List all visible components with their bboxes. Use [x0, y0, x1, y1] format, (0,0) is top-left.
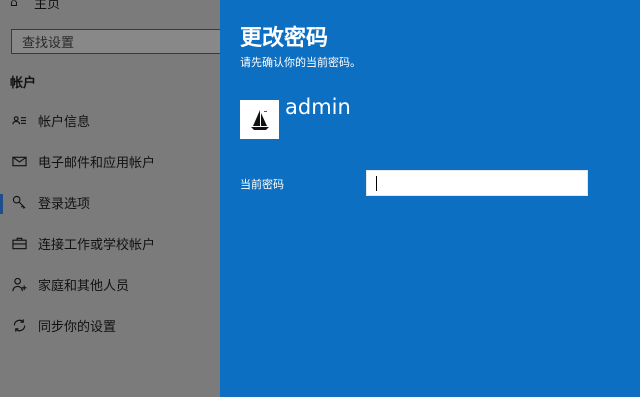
dialog-title: 更改密码 — [240, 26, 329, 51]
search-placeholder: 查找设置 — [22, 36, 75, 51]
home-icon: ⌂ — [10, 0, 18, 9]
mail-icon — [11, 153, 27, 169]
sidebar-item-account-info[interactable]: 帐户信息 — [0, 100, 220, 140]
sidebar-item-label: 帐户信息 — [38, 114, 91, 130]
sidebar-item-work-school[interactable]: 连接工作或学校帐户 — [0, 223, 220, 263]
sidebar-home-label: 主页 — [34, 0, 61, 12]
settings-sidebar: ⌂ 主页 查找设置 帐户 帐户信息 电子邮件和应用帐户 登录选项 连接工作或学校… — [0, 0, 227, 397]
sidebar-item-label: 家庭和其他人员 — [38, 278, 130, 294]
change-password-dialog: 更改密码 请先确认你的当前密码。 admin 当前密码 — [220, 0, 640, 397]
sidebar-home[interactable]: ⌂ 主页 — [10, 0, 61, 12]
section-title: 帐户 — [10, 76, 37, 91]
sync-icon — [11, 317, 27, 333]
sailboat-icon — [250, 109, 269, 130]
current-password-label: 当前密码 — [240, 178, 284, 191]
briefcase-icon — [11, 235, 27, 251]
sidebar-item-email-accounts[interactable]: 电子邮件和应用帐户 — [0, 141, 220, 181]
search-input[interactable]: 查找设置 — [11, 29, 227, 54]
avatar — [240, 100, 279, 139]
key-icon — [11, 194, 27, 210]
username: admin — [285, 95, 351, 119]
sidebar-item-label: 电子邮件和应用帐户 — [38, 155, 156, 171]
current-password-field[interactable] — [366, 170, 588, 196]
sidebar-item-label: 登录选项 — [38, 196, 91, 212]
person-add-icon — [11, 276, 27, 292]
sidebar-item-sign-in-options[interactable]: 登录选项 — [0, 182, 220, 222]
dialog-subtitle: 请先确认你的当前密码。 — [240, 56, 361, 69]
sidebar-item-label: 连接工作或学校帐户 — [38, 237, 156, 253]
sidebar-item-family[interactable]: 家庭和其他人员 — [0, 264, 220, 304]
sidebar-item-sync[interactable]: 同步你的设置 — [0, 305, 220, 345]
text-caret — [376, 176, 377, 191]
person-card-icon — [11, 112, 27, 128]
sidebar-item-label: 同步你的设置 — [38, 319, 117, 335]
